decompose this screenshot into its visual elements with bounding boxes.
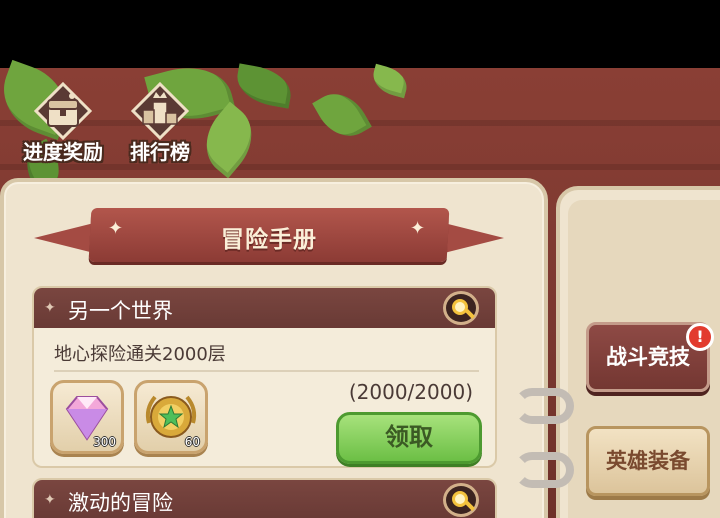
progress-reward-button[interactable]: 进度奖励 [16, 81, 110, 165]
quest-card: ✦ 激动的冒险 [32, 478, 497, 518]
leaderboard-button[interactable]: 排行榜 [120, 81, 200, 165]
binder-ring [514, 452, 574, 488]
magnifier-button[interactable] [443, 291, 479, 325]
quest-name: 激动的冒险 [68, 491, 173, 515]
quest-task: 地心探险通关2000层 [54, 344, 226, 365]
magnifier-handle [465, 501, 475, 511]
reward-count: 60 [184, 435, 200, 449]
magnifier-button[interactable] [443, 483, 479, 517]
binder-ring [514, 388, 574, 424]
diamond-bullet-icon: ✦ [44, 492, 56, 508]
reward-count: 300 [93, 435, 116, 449]
game-screen: 进度奖励 排行榜 ✦ ✦ 冒险手册 ✦ 另一个世界 地心探险通关2000层 30… [0, 0, 720, 518]
reward-slot[interactable]: 300 [50, 380, 124, 454]
treasure-chest-icon [33, 81, 93, 141]
banner-title: 冒险手册 [221, 227, 317, 253]
quest-card-header: ✦ 激动的冒险 [34, 480, 495, 518]
leaderboard-label: 排行榜 [130, 140, 190, 164]
claim-button[interactable]: 领取 [336, 412, 482, 464]
top-black-bar [0, 0, 720, 68]
diamond-bullet-icon: ✦ [44, 300, 56, 316]
alert-badge: ! [686, 323, 714, 351]
quest-name: 另一个世界 [68, 299, 173, 323]
quest-progress: (2000/2000) [348, 380, 473, 404]
podium-icon [130, 81, 190, 141]
progress-reward-label: 进度奖励 [23, 140, 103, 164]
title-banner: ✦ ✦ 冒险手册 [34, 202, 504, 266]
quest-card-header: ✦ 另一个世界 [34, 288, 495, 328]
magnifier-handle [465, 309, 475, 319]
divider [54, 370, 479, 372]
quest-card: ✦ 另一个世界 地心探险通关2000层 300 60 (2000/2000) 领… [32, 286, 497, 468]
reward-slot[interactable]: 60 [134, 380, 208, 454]
tab-hero-equipment[interactable]: 英雄装备 [586, 426, 710, 496]
